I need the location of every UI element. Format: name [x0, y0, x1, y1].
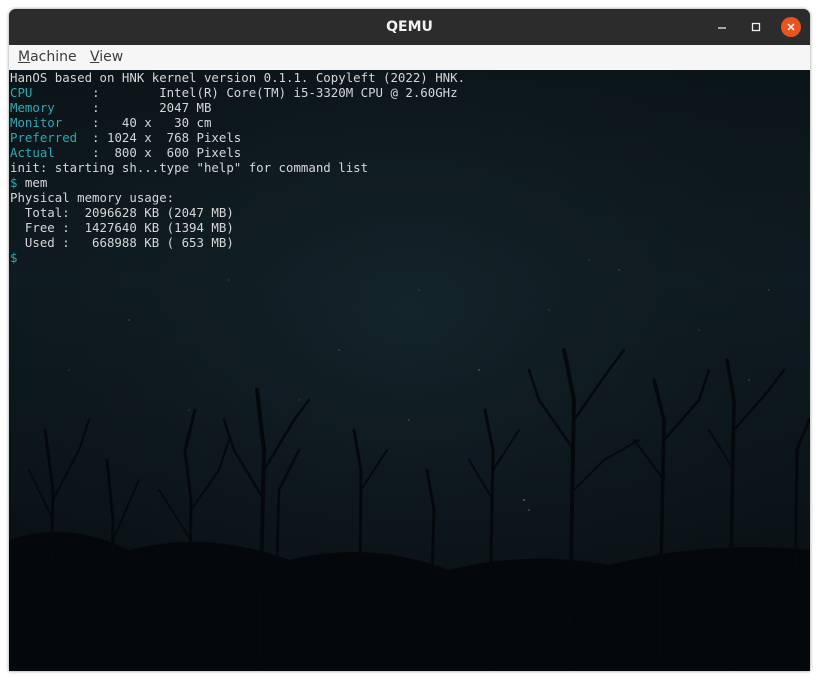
- terminal-text: : 800 x 600 Pixels: [54, 145, 242, 160]
- terminal-text: init: starting sh...type "help" for comm…: [10, 160, 369, 175]
- shell-prompt: $: [10, 250, 18, 265]
- terminal-label: Actual: [10, 145, 55, 160]
- menu-view[interactable]: View: [90, 45, 123, 70]
- terminal-text: Total: 2096628 KB (2047 MB): [10, 205, 234, 220]
- terminal-line: Free : 1427640 KB (1394 MB): [10, 220, 465, 235]
- terminal-line: HanOS based on HNK kernel version 0.1.1.…: [10, 70, 465, 85]
- menu-machine-mnemonic: M: [18, 49, 31, 65]
- vm-display[interactable]: HanOS based on HNK kernel version 0.1.1.…: [9, 70, 810, 671]
- menu-machine-label: achine: [30, 49, 77, 65]
- menu-machine[interactable]: Machine: [18, 45, 77, 70]
- terminal-line: init: starting sh...type "help" for comm…: [10, 160, 465, 175]
- terminal-line: Used : 668988 KB ( 653 MB): [10, 235, 465, 250]
- maximize-button[interactable]: [746, 17, 766, 37]
- terminal-line: Physical memory usage:: [10, 190, 465, 205]
- qemu-window: QEMU Machine View HanOS based on HNK ker…: [9, 9, 810, 671]
- terminal-line: $ mem: [10, 175, 465, 190]
- terminal-label: Memory: [10, 100, 55, 115]
- close-button[interactable]: [781, 17, 801, 37]
- terminal-output: HanOS based on HNK kernel version 0.1.1.…: [10, 70, 465, 265]
- terminal-label: Preferred: [10, 130, 78, 145]
- title-bar[interactable]: QEMU: [9, 9, 810, 45]
- terminal-line: Monitor : 40 x 30 cm: [10, 115, 465, 130]
- terminal-line: Total: 2096628 KB (2047 MB): [10, 205, 465, 220]
- terminal-line: Memory : 2047 MB: [10, 100, 465, 115]
- minimize-button[interactable]: [712, 17, 732, 37]
- terminal-text: Free : 1427640 KB (1394 MB): [10, 220, 234, 235]
- terminal-label: Monitor: [10, 115, 63, 130]
- terminal-line: $: [10, 250, 465, 265]
- terminal-text: : 40 x 30 cm: [62, 115, 212, 130]
- minimize-icon: [718, 27, 726, 29]
- terminal-line: CPU : Intel(R) Core(TM) i5-3320M CPU @ 2…: [10, 85, 465, 100]
- terminal-text: : Intel(R) Core(TM) i5-3320M CPU @ 2.60G…: [32, 85, 458, 100]
- terminal-text: : 1024 x 768 Pixels: [77, 130, 242, 145]
- terminal-line: Preferred : 1024 x 768 Pixels: [10, 130, 465, 145]
- terminal-label: CPU: [10, 85, 33, 100]
- menu-view-label: iew: [99, 49, 124, 65]
- terminal-text: Used : 668988 KB ( 653 MB): [10, 235, 234, 250]
- terminal-line: Actual : 800 x 600 Pixels: [10, 145, 465, 160]
- terminal-text: HanOS based on HNK kernel version 0.1.1.…: [10, 70, 466, 85]
- window-title: QEMU: [386, 19, 433, 35]
- terminal-text: Physical memory usage:: [10, 190, 175, 205]
- terminal-text: mem: [17, 175, 48, 190]
- menu-bar: Machine View: [9, 45, 810, 71]
- terminal-text: : 2047 MB: [54, 100, 212, 115]
- maximize-icon: [751, 22, 761, 32]
- menu-view-mnemonic: V: [90, 49, 100, 65]
- close-icon: [787, 23, 795, 31]
